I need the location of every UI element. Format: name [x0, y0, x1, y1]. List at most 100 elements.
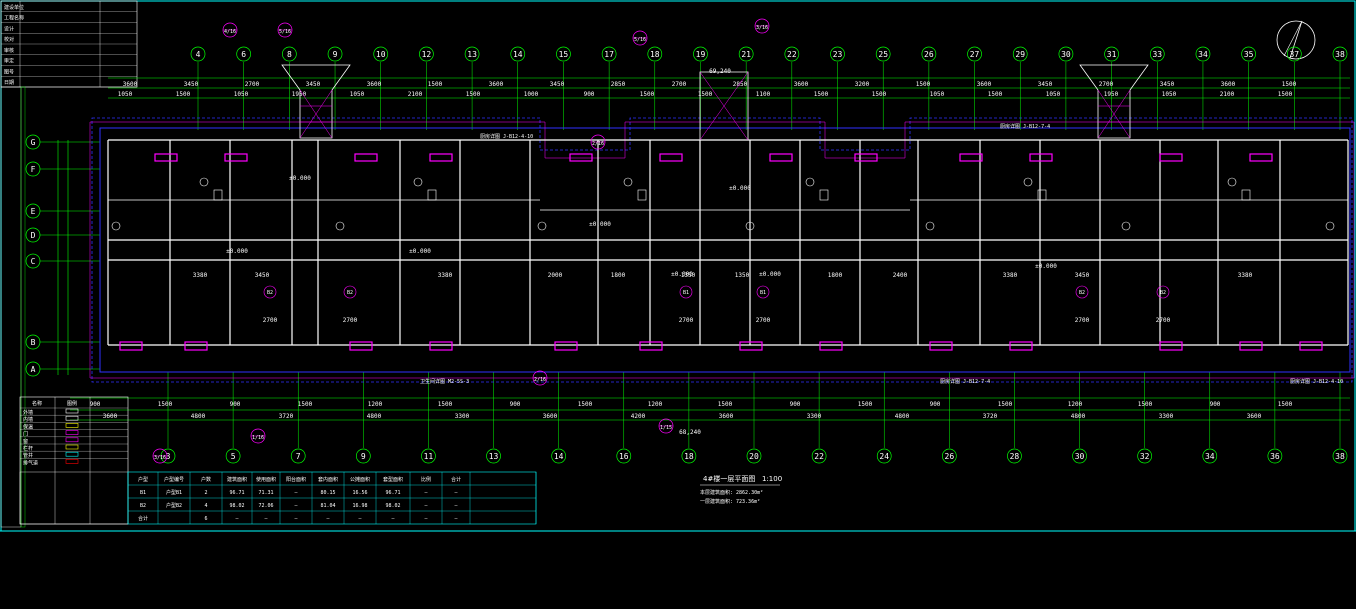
axis-number-top: 10 — [376, 50, 386, 59]
dimension-text: 3600 — [719, 413, 734, 420]
unit-type-label: B1 — [683, 290, 689, 296]
window-mark — [819, 341, 843, 351]
dimension-text: 4800 — [895, 413, 910, 420]
room-width-label: 3450 — [255, 272, 270, 279]
dimension-text: 3720 — [279, 413, 294, 420]
legend-swatch — [65, 437, 79, 443]
grid-axis-lines — [40, 62, 1341, 448]
dimension-text: 900 — [510, 401, 521, 408]
shaft-icon — [1241, 189, 1251, 201]
dimension-text: 1500 — [988, 91, 1003, 98]
window-mark — [854, 153, 878, 162]
axis-number-top: 15 — [559, 50, 569, 59]
axis-number-top: 19 — [696, 50, 706, 59]
legend-swatch — [65, 408, 79, 414]
title-block-label: 图号 — [4, 69, 14, 75]
toilet-icon — [1023, 177, 1033, 187]
dimension-text: 1500 — [428, 81, 443, 88]
schedule-header-cell: 合计 — [451, 476, 461, 483]
left-dimension-chain — [57, 140, 69, 375]
legend-item-label: 保温 — [23, 423, 33, 430]
schedule-cell: — — [424, 516, 428, 522]
dimension-text: 3300 — [807, 413, 822, 420]
schedule-cell: 户型B2 — [166, 502, 182, 509]
dimension-text: 3600 — [489, 81, 504, 88]
axis-number-bottom: 32 — [1140, 452, 1150, 461]
basin-icon — [335, 221, 345, 231]
dimension-text: 1050 — [1162, 91, 1177, 98]
legend-swatch — [65, 430, 79, 435]
legend-item-label: 排气道 — [23, 459, 38, 466]
total-dimension-bottom: 68,240 — [679, 429, 701, 436]
dimension-text: 1500 — [998, 401, 1013, 408]
schedule-cell: B1 — [140, 490, 146, 496]
legend-swatch — [65, 451, 79, 457]
toilet-icon — [623, 177, 633, 187]
dimension-text: 1500 — [578, 401, 593, 408]
dimension-text: 1050 — [350, 91, 365, 98]
axis-number-top: 31 — [1107, 50, 1117, 59]
bottom-dimension-chains: 900 1500 900 1500 1200 1500 900 1500 1200 1500 900… — [70, 397, 1350, 421]
axis-number-top: 8 — [287, 50, 292, 59]
dimension-text: 3600 — [1221, 81, 1236, 88]
schedule-cell: 98.02 — [229, 503, 244, 509]
basin-icon — [1325, 221, 1335, 231]
room-width-label: 1350 — [681, 272, 696, 279]
schedule-cell: — — [454, 503, 458, 509]
schedule-header-cell: 户型 — [138, 476, 148, 483]
left-axis-bubbles: G F E D C B A — [25, 134, 41, 377]
schedule-cell: — — [424, 503, 428, 509]
dimension-text: 1500 — [640, 91, 655, 98]
section-bubble-label: 1/16 — [252, 435, 264, 441]
dimension-text: 1500 — [158, 401, 173, 408]
room-width-label: 1800 — [828, 272, 843, 279]
axis-number-bottom: 18 — [684, 452, 694, 461]
toilet-icon — [1227, 177, 1237, 187]
legend-item-label: 管井 — [23, 452, 33, 459]
schedule-cell: 98.02 — [385, 503, 400, 509]
title-block-label: 建设单位 — [4, 4, 24, 11]
unit-type-label: B2 — [1079, 290, 1085, 296]
axis-number-top: 34 — [1198, 50, 1208, 59]
total-dimension-top: 69,240 — [709, 68, 731, 75]
window-mark — [1029, 153, 1053, 162]
dimension-text: 3720 — [983, 413, 998, 420]
schedule-cell: B2 — [140, 503, 146, 509]
axis-letter-left: G — [31, 138, 36, 147]
legend-item-label: 窗 — [23, 438, 28, 445]
axis-letter-left: F — [31, 165, 36, 174]
toilet-icon — [413, 177, 423, 187]
shaft-icon — [213, 189, 223, 201]
dimension-text: 2100 — [408, 91, 423, 98]
title-block-label: 审定 — [4, 58, 14, 65]
dimension-text: 4200 — [631, 413, 646, 420]
axis-number-top: 12 — [422, 50, 432, 59]
axis-number-top: 26 — [924, 50, 934, 59]
dimension-text: 1050 — [234, 91, 249, 98]
left-margin-strip — [0, 86, 26, 528]
detail-callout-note: 厨房详图 J-B12-7-4 — [940, 378, 990, 385]
dimension-text: 2850 — [733, 81, 748, 88]
schedule-cell: 71.31 — [258, 490, 273, 496]
schedule-cell: — — [391, 516, 395, 522]
section-bubble-label: 3/16 — [756, 25, 768, 31]
legend-item-label: 内墙 — [23, 416, 33, 423]
basin-icon — [925, 221, 935, 231]
dimension-text: 3450 — [306, 81, 321, 88]
axis-number-top: 21 — [741, 50, 751, 59]
window-mark — [224, 153, 248, 162]
axis-number-top: 6 — [241, 50, 246, 59]
basin-icon — [1121, 221, 1131, 231]
schedule-cell: 96.71 — [385, 490, 400, 496]
dimension-text: 3600 — [1247, 413, 1262, 420]
section-bubble-label: 5/16 — [279, 29, 291, 35]
cad-floor-plan-canvas[interactable]: 建设单位工程名称设计校对审核审定图号日期 4 6 8 9 10 12 13 14 15 17 18 1… — [0, 0, 1356, 609]
window-mark — [119, 341, 143, 351]
schedule-cell: — — [358, 516, 362, 522]
window-mark — [769, 153, 793, 162]
schedule-header-cell: 公摊面积 — [350, 476, 370, 483]
dimension-text: 1500 — [718, 401, 733, 408]
schedule-cell: 72.06 — [258, 503, 273, 509]
drawing-title: 4#楼一层平面图 — [703, 474, 755, 483]
toilet-icon — [805, 177, 815, 187]
